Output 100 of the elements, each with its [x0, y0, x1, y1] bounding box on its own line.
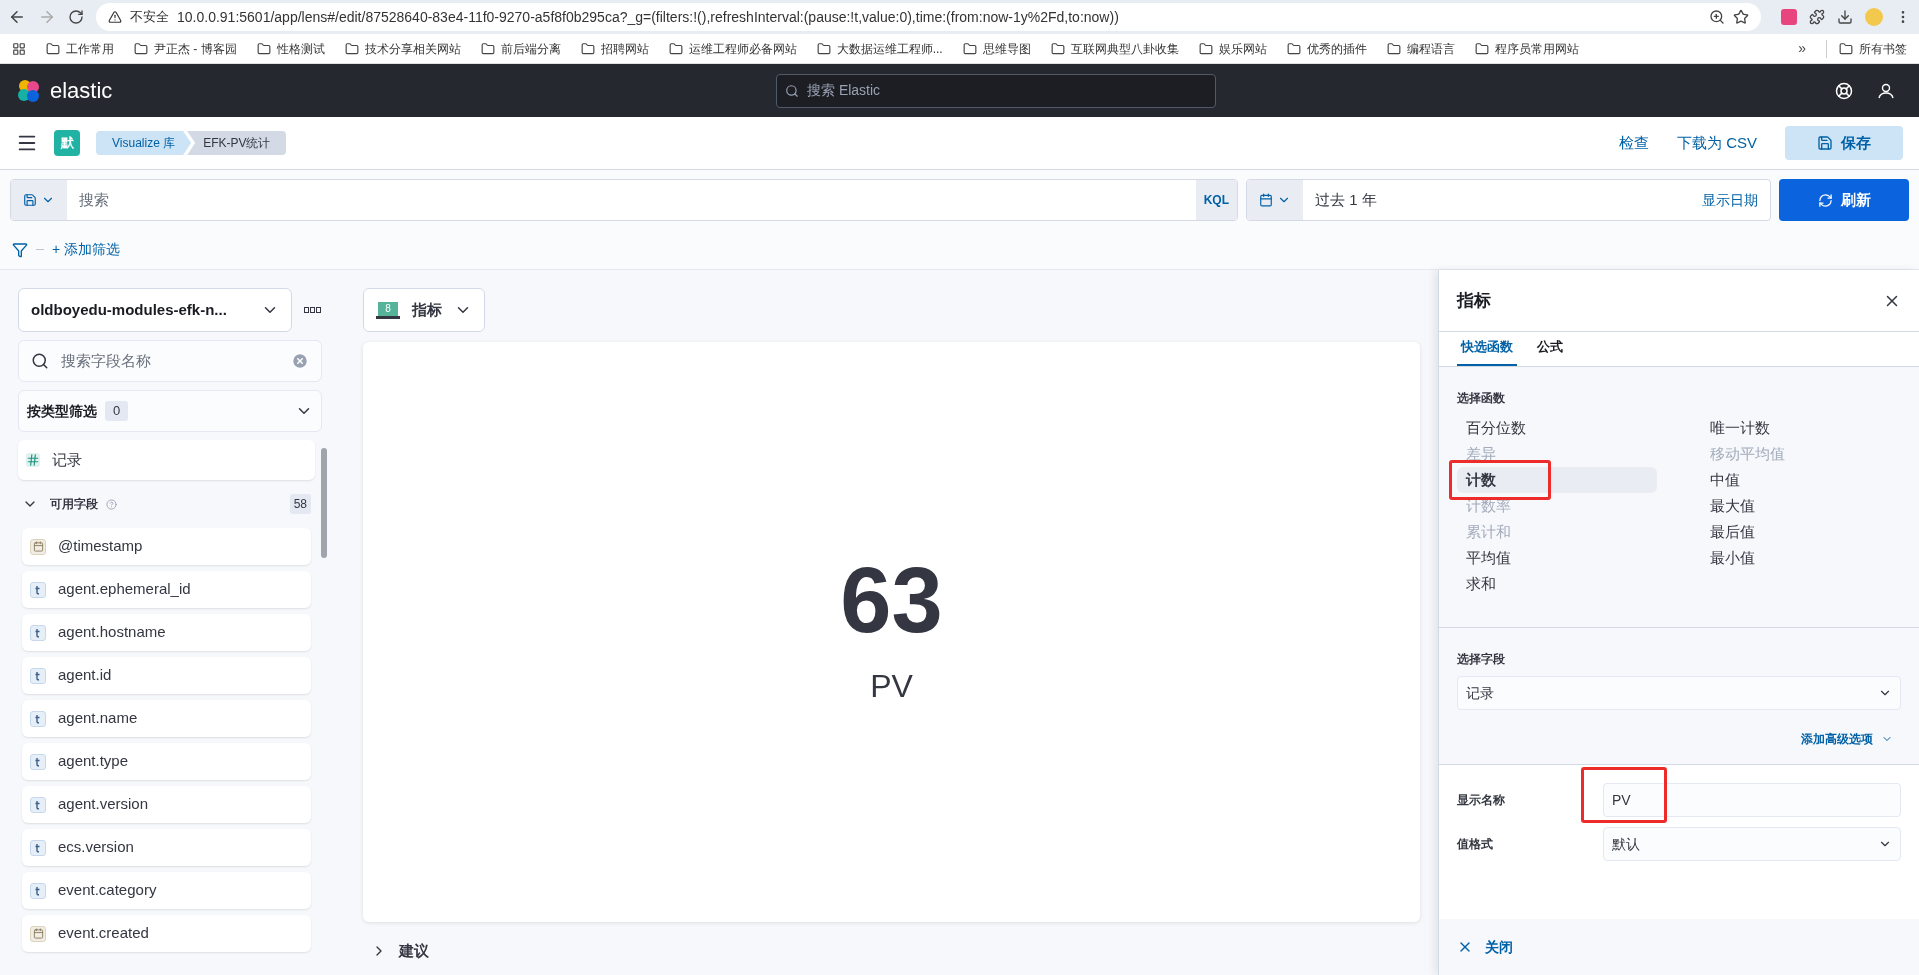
- bookmark[interactable]: 前后端分离: [480, 39, 561, 58]
- bookmark[interactable]: 技术分享相关网站: [344, 39, 461, 58]
- function-option[interactable]: 中值: [1701, 467, 1901, 493]
- bookmark[interactable]: 编程语言: [1386, 39, 1455, 58]
- puzzle-icon[interactable]: [1809, 9, 1825, 25]
- download-icon[interactable]: [1837, 9, 1853, 25]
- format-dropdown[interactable]: 默认: [1603, 827, 1901, 861]
- refresh-icon: [1817, 192, 1833, 208]
- field-dropdown[interactable]: 记录: [1457, 676, 1901, 710]
- metric-chart-icon: 8: [376, 301, 400, 319]
- folder-icon: [480, 41, 495, 56]
- folder-icon: [1839, 41, 1853, 56]
- saved-query-button[interactable]: [11, 180, 67, 220]
- bookmark[interactable]: 招聘网站: [580, 39, 649, 58]
- add-filter-link[interactable]: + 添加筛选: [52, 239, 121, 260]
- function-option[interactable]: 计数: [1457, 467, 1657, 493]
- breadcrumb[interactable]: EFK-PV统计: [187, 131, 287, 155]
- function-option[interactable]: 唯一计数: [1701, 415, 1901, 441]
- logo-icon[interactable]: [16, 77, 42, 104]
- count-badge: 0: [105, 401, 129, 421]
- clear-icon[interactable]: [291, 352, 309, 370]
- warning-icon: [108, 10, 122, 24]
- scrollbar-thumb[interactable]: [321, 448, 327, 558]
- folder-icon: [1286, 41, 1301, 56]
- more-bookmarks[interactable]: »: [1798, 38, 1806, 59]
- field-item[interactable]: 记录: [18, 440, 315, 480]
- field-item[interactable]: agent.ephemeral_id: [22, 571, 311, 608]
- function-option[interactable]: 求和: [1457, 571, 1657, 597]
- filter-icon[interactable]: [12, 241, 28, 258]
- field-item[interactable]: agent.name: [22, 700, 311, 737]
- apps-icon[interactable]: [12, 41, 26, 56]
- breadcrumb[interactable]: Visualize 库: [96, 131, 192, 155]
- address-bar[interactable]: 不安全 10.0.0.91:5601/app/lens#/edit/87528640-83e4-11f0-9270-a5f8f0b295ca?_g=(filters:!(),refreshInterval:(pause:!t,value:0),time:(from:now-1y%2Fd,to:now)): [96, 3, 1761, 31]
- bookmark[interactable]: 尹正杰 - 博客园: [134, 39, 237, 58]
- field-search-field[interactable]: 搜索字段名称: [18, 340, 322, 382]
- data-view-selector[interactable]: oldboyedu-modules-efk-n...: [18, 288, 292, 332]
- field-item[interactable]: agent.hostname: [22, 614, 311, 651]
- tab[interactable]: 公式: [1533, 336, 1567, 366]
- global-search-field[interactable]: 搜索 Elastic: [776, 73, 1216, 108]
- save-icon: [1817, 135, 1833, 151]
- zoom-icon[interactable]: [1709, 9, 1725, 25]
- bookmark[interactable]: 大数据运维工程师...: [816, 39, 943, 58]
- search-placeholder: 搜索 Elastic: [807, 81, 881, 100]
- function-option[interactable]: 平均值: [1457, 545, 1657, 571]
- folder-icon: [1474, 41, 1489, 56]
- count-badge: 58: [289, 494, 311, 514]
- query-field[interactable]: 搜索 KQL: [10, 179, 1238, 221]
- section-label: 选择字段: [1457, 651, 1506, 668]
- display-name-field[interactable]: PV: [1603, 783, 1901, 817]
- bookmark[interactable]: 优秀的插件: [1286, 39, 1367, 58]
- header-link[interactable]: 下载为 CSV: [1677, 131, 1757, 155]
- panel-title: 指标: [1457, 289, 1491, 312]
- search-icon: [785, 83, 799, 98]
- string-type-icon: [30, 581, 46, 598]
- advanced-options-link[interactable]: 添加高级选项: [1801, 730, 1893, 748]
- reload-icon[interactable]: [68, 9, 84, 25]
- string-type-icon: [30, 753, 46, 770]
- bookmark[interactable]: 程序员常用网站: [1474, 39, 1579, 58]
- bookmark[interactable]: 娱乐网站: [1198, 39, 1267, 58]
- chart-type-button[interactable]: 8 指标: [363, 288, 485, 332]
- field-item[interactable]: event.created: [22, 915, 311, 952]
- metric-value: 63: [840, 554, 943, 646]
- date-quick-button[interactable]: [1247, 180, 1303, 220]
- field-item[interactable]: event.category: [22, 872, 311, 909]
- field-item[interactable]: @timestamp: [22, 528, 311, 565]
- bookmark[interactable]: 工作常用: [46, 39, 114, 58]
- user-icon[interactable]: [1877, 81, 1895, 100]
- more-options-icon[interactable]: [304, 307, 322, 313]
- string-type-icon: [30, 796, 46, 813]
- calendar-icon: [30, 925, 46, 942]
- save-button[interactable]: 保存: [1785, 126, 1903, 160]
- bookmark[interactable]: 性格测试: [256, 39, 325, 58]
- field-label: 值格式: [1457, 836, 1494, 853]
- show-dates-link[interactable]: 显示日期: [1690, 189, 1770, 211]
- suggestions-toggle[interactable]: 建议: [363, 932, 1420, 963]
- function-option[interactable]: 最后值: [1701, 519, 1901, 545]
- refresh-button[interactable]: 刷新: [1779, 179, 1909, 221]
- field-item[interactable]: agent.id: [22, 657, 311, 694]
- star-icon[interactable]: [1733, 9, 1749, 25]
- time-picker[interactable]: 过去 1 年 显示日期: [1246, 179, 1771, 221]
- function-option[interactable]: 最小值: [1701, 545, 1901, 571]
- header-link[interactable]: 检查: [1619, 131, 1649, 155]
- field-item[interactable]: ecs.version: [22, 829, 311, 866]
- folder-icon: [344, 41, 359, 56]
- calendar-icon: [1259, 193, 1273, 207]
- function-option[interactable]: 百分位数: [1457, 415, 1657, 441]
- back-icon[interactable]: [8, 8, 26, 26]
- bookmark[interactable]: 互联网典型八卦收集: [1050, 39, 1179, 58]
- all-bookmarks[interactable]: 所有书签: [1826, 39, 1907, 58]
- string-type-icon: [30, 624, 46, 641]
- field-item[interactable]: agent.type: [22, 743, 311, 780]
- field-item[interactable]: agent.version: [22, 786, 311, 823]
- function-option[interactable]: 最大值: [1701, 493, 1901, 519]
- security-label: 不安全: [130, 8, 169, 27]
- bookmark[interactable]: 思维导图: [962, 39, 1031, 58]
- calendar-icon: [30, 538, 46, 555]
- type-filter-dropdown[interactable]: 按类型筛选 0: [18, 390, 322, 432]
- close-button[interactable]: 关闭: [1457, 936, 1513, 958]
- kql-button[interactable]: KQL: [1195, 180, 1237, 220]
- bookmark[interactable]: 运维工程师必备网站: [668, 39, 797, 58]
